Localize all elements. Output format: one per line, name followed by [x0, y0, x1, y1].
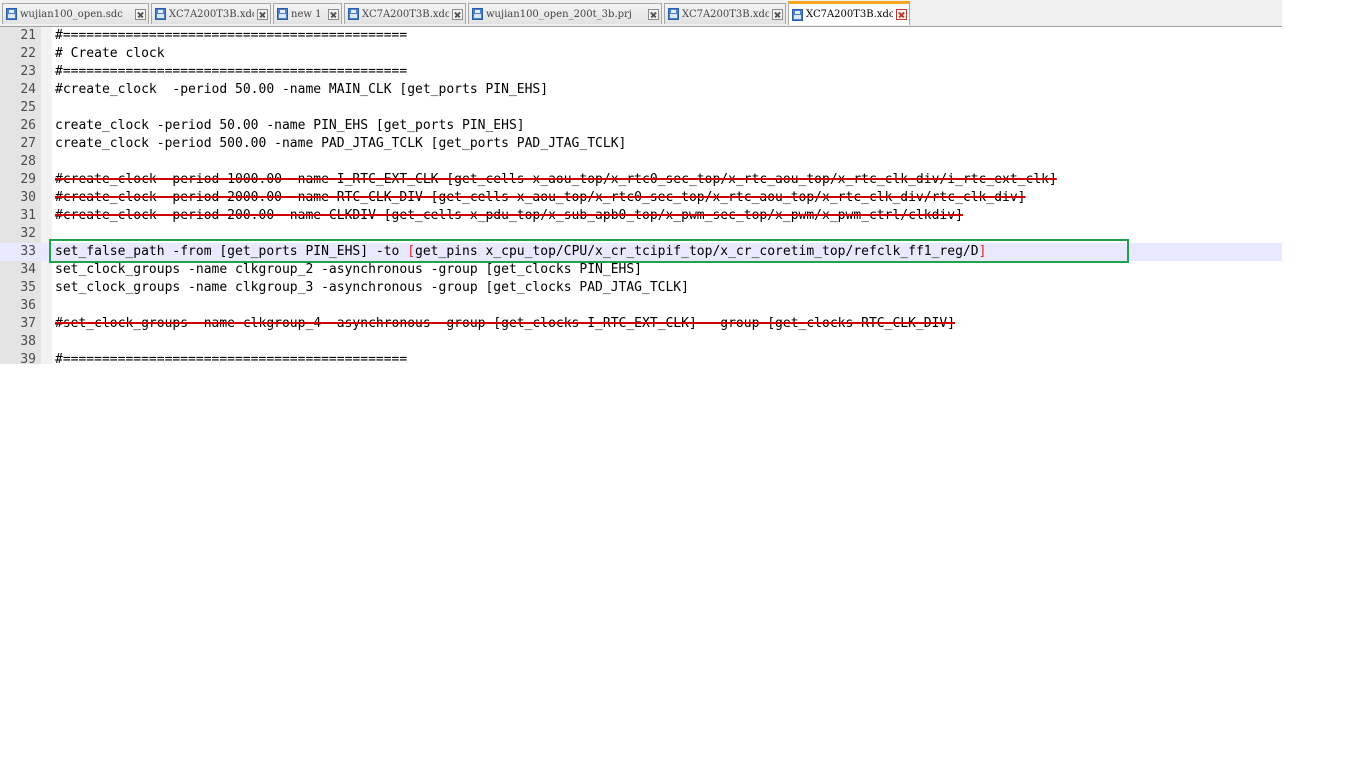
line-number: 24 — [20, 82, 36, 97]
file-icon — [155, 8, 166, 20]
line-number: 31 — [20, 208, 36, 223]
line-text: create_clock -period 500.00 -name PAD_JT… — [55, 136, 627, 151]
line-number: 38 — [20, 334, 36, 349]
line-text: set_clock_groups -name clkgroup_3 -async… — [55, 280, 689, 295]
tab-xc7a200t3b-xdc-2[interactable]: XC7A200T3B.xdc — [344, 3, 466, 24]
tab-label: XC7A200T3B.xdc — [362, 8, 449, 20]
line-number: 22 — [20, 46, 36, 61]
code-line[interactable]: 25 — [0, 99, 1282, 117]
close-icon[interactable] — [135, 8, 146, 20]
code-line[interactable]: 24 #create_clock -period 50.00 -name MAI… — [0, 81, 1282, 99]
line-number: 34 — [20, 262, 36, 277]
line-number: 29 — [20, 172, 36, 187]
close-icon[interactable] — [257, 8, 268, 20]
code-line[interactable]: 27 create_clock -period 500.00 -name PAD… — [0, 135, 1282, 153]
line-text: create_clock -period 50.00 -name PIN_EHS… — [55, 118, 525, 133]
file-icon — [348, 8, 359, 20]
tab-label: new 1 — [291, 8, 322, 20]
code-line[interactable]: 38 — [0, 333, 1282, 351]
close-icon[interactable] — [452, 8, 463, 20]
code-editor[interactable]: 21 #====================================… — [0, 27, 1282, 364]
line-text: #=======================================… — [55, 28, 408, 43]
code-line[interactable]: 34 set_clock_groups -name clkgroup_2 -as… — [0, 261, 1282, 279]
line-number: 30 — [20, 190, 36, 205]
file-icon — [277, 8, 288, 20]
line-number: 25 — [20, 100, 36, 115]
line-number: 32 — [20, 226, 36, 241]
line-number: 39 — [20, 352, 36, 364]
line-text: #create_clock -period 2000.00 -name RTC_… — [55, 190, 1026, 205]
tab-bar: wujian100_open.sdc XC7A200T3B.xdc new 1 … — [0, 0, 1282, 27]
close-icon[interactable] — [328, 8, 339, 20]
tab-list: wujian100_open.sdc XC7A200T3B.xdc new 1 … — [2, 1, 912, 25]
line-number: 23 — [20, 64, 36, 79]
tab-label: wujian100_open.sdc — [20, 8, 123, 20]
line-number: 27 — [20, 136, 36, 151]
line-text: #=======================================… — [55, 64, 408, 79]
code-line[interactable]: 35 set_clock_groups -name clkgroup_3 -as… — [0, 279, 1282, 297]
tab-wujian100-prj[interactable]: wujian100_open_200t_3b.prj — [468, 3, 662, 24]
code-line[interactable]: 39 #====================================… — [0, 351, 1282, 364]
line-number: 35 — [20, 280, 36, 295]
line-text: #create_clock -period 50.00 -name MAIN_C… — [55, 82, 549, 97]
file-icon — [792, 8, 803, 21]
tab-new-1[interactable]: new 1 — [273, 3, 342, 24]
tab-xc7a200t3b-xdc-1[interactable]: XC7A200T3B.xdc — [151, 3, 271, 24]
close-icon[interactable] — [648, 8, 659, 20]
tab-xc7a200t3b-xdc-active[interactable]: XC7A200T3B.xdc — [788, 1, 910, 25]
tab-wujian100-open-sdc[interactable]: wujian100_open.sdc — [2, 3, 149, 24]
file-icon — [668, 8, 679, 20]
code-line[interactable]: 22 # Create clock — [0, 45, 1282, 63]
file-icon — [6, 8, 17, 20]
line-number: 28 — [20, 154, 36, 169]
line-text: set_clock_groups -name clkgroup_2 -async… — [55, 262, 642, 277]
line-number: 36 — [20, 298, 36, 313]
line-number: 26 — [20, 118, 36, 133]
line-text: #set_clock_groups -name clkgroup_4 -asyn… — [55, 316, 956, 331]
close-icon[interactable] — [896, 9, 907, 20]
code-line[interactable]: 36 — [0, 297, 1282, 315]
code-line-commented[interactable]: 29 #create_clock -period 1000.00 -name I… — [0, 171, 1282, 189]
line-number: 33 — [20, 244, 36, 259]
line-text: #create_clock -period 200.00 -name CLKDI… — [55, 208, 963, 223]
close-icon[interactable] — [772, 8, 783, 20]
code-line-commented[interactable]: 30 #create_clock -period 2000.00 -name R… — [0, 189, 1282, 207]
tab-label: wujian100_open_200t_3b.prj — [486, 8, 632, 20]
code-line[interactable]: 26 create_clock -period 50.00 -name PIN_… — [0, 117, 1282, 135]
tab-label: XC7A200T3B.xdc — [682, 8, 769, 20]
highlight-box — [49, 239, 1129, 263]
tab-label: XC7A200T3B.xdc — [806, 9, 893, 20]
file-icon — [472, 8, 483, 20]
tab-label: XC7A200T3B.xdc — [169, 8, 254, 20]
code-line[interactable]: 23 #====================================… — [0, 63, 1282, 81]
code-line-commented[interactable]: 31 #create_clock -period 200.00 -name CL… — [0, 207, 1282, 225]
code-line-commented[interactable]: 37 #set_clock_groups -name clkgroup_4 -a… — [0, 315, 1282, 333]
code-line[interactable]: 28 — [0, 153, 1282, 171]
line-number: 37 — [20, 316, 36, 331]
line-text: # Create clock — [55, 46, 165, 61]
line-text: #create_clock -period 1000.00 -name I_RT… — [55, 172, 1057, 187]
tab-xc7a200t3b-xdc-3[interactable]: XC7A200T3B.xdc — [664, 3, 786, 24]
line-number: 21 — [20, 28, 36, 43]
code-line[interactable]: 21 #====================================… — [0, 27, 1282, 45]
line-text: #=======================================… — [55, 352, 408, 364]
